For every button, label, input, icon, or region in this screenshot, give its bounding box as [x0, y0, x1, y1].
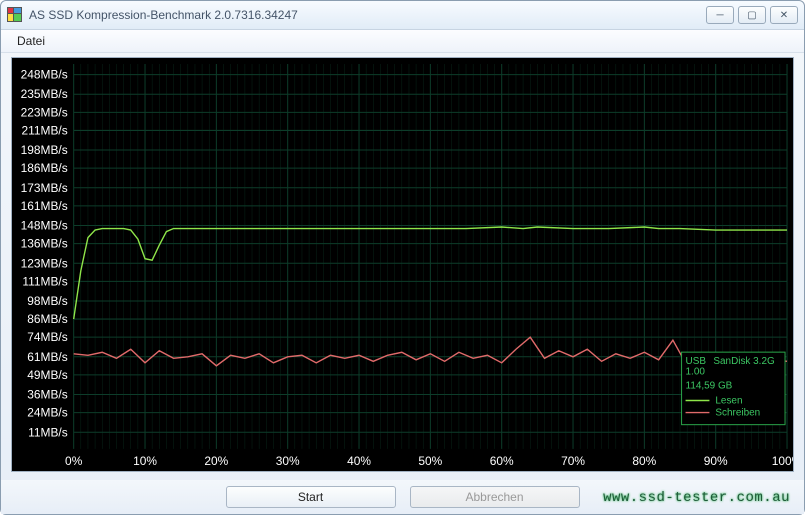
svg-text:173MB/s: 173MB/s [21, 181, 68, 195]
svg-text:211MB/s: 211MB/s [22, 123, 68, 137]
svg-text:248MB/s: 248MB/s [21, 68, 68, 82]
menu-file[interactable]: Datei [9, 32, 53, 50]
svg-text:114,59 GB: 114,59 GB [686, 380, 733, 391]
start-button[interactable]: Start [226, 486, 396, 508]
window-title: AS SSD Kompression-Benchmark 2.0.7316.34… [29, 8, 706, 22]
svg-text:123MB/s: 123MB/s [21, 256, 68, 270]
svg-text:Schreiben: Schreiben [715, 408, 760, 419]
footer: Start Abbrechen [1, 480, 804, 514]
menubar: Datei [1, 30, 804, 53]
svg-text:148MB/s: 148MB/s [21, 218, 68, 232]
svg-text:60%: 60% [490, 454, 514, 468]
svg-text:1.00: 1.00 [686, 366, 706, 377]
svg-text:61MB/s: 61MB/s [27, 350, 67, 364]
window-controls: ─ ▢ ✕ [706, 6, 798, 24]
svg-text:50%: 50% [418, 454, 442, 468]
svg-text:10%: 10% [133, 454, 157, 468]
svg-text:235MB/s: 235MB/s [21, 87, 68, 101]
svg-text:223MB/s: 223MB/s [21, 105, 68, 119]
svg-text:24MB/s: 24MB/s [27, 406, 67, 420]
svg-text:186MB/s: 186MB/s [21, 161, 68, 175]
svg-text:98MB/s: 98MB/s [27, 294, 67, 308]
svg-text:49MB/s: 49MB/s [27, 368, 67, 382]
benchmark-chart: 11MB/s 24MB/s 36MB/s 49MB/s 61MB/s 74MB/s 86MB… [12, 58, 793, 471]
svg-text:0%: 0% [65, 454, 83, 468]
app-icon [7, 7, 23, 23]
svg-text:198MB/s: 198MB/s [21, 143, 68, 157]
close-button[interactable]: ✕ [770, 6, 798, 24]
svg-text:40%: 40% [347, 454, 371, 468]
svg-text:161MB/s: 161MB/s [21, 199, 68, 213]
cancel-button: Abbrechen [410, 486, 580, 508]
svg-text:90%: 90% [704, 454, 728, 468]
svg-text:SanDisk 3.2G: SanDisk 3.2G [713, 356, 775, 367]
chart-area: 11MB/s 24MB/s 36MB/s 49MB/s 61MB/s 74MB/s 86MB… [11, 57, 794, 472]
svg-text:70%: 70% [561, 454, 585, 468]
svg-text:100%: 100% [772, 454, 793, 468]
svg-text:74MB/s: 74MB/s [27, 330, 67, 344]
minimize-button[interactable]: ─ [706, 6, 734, 24]
svg-text:86MB/s: 86MB/s [27, 312, 67, 326]
maximize-button[interactable]: ▢ [738, 6, 766, 24]
titlebar[interactable]: AS SSD Kompression-Benchmark 2.0.7316.34… [1, 1, 804, 30]
svg-text:Lesen: Lesen [715, 395, 742, 406]
svg-text:111MB/s: 111MB/s [22, 274, 67, 288]
svg-text:80%: 80% [632, 454, 656, 468]
svg-text:11MB/s: 11MB/s [28, 425, 68, 439]
svg-text:20%: 20% [204, 454, 228, 468]
svg-text:36MB/s: 36MB/s [27, 387, 67, 401]
svg-text:136MB/s: 136MB/s [21, 237, 68, 251]
app-window: AS SSD Kompression-Benchmark 2.0.7316.34… [0, 0, 805, 515]
svg-text:30%: 30% [276, 454, 300, 468]
